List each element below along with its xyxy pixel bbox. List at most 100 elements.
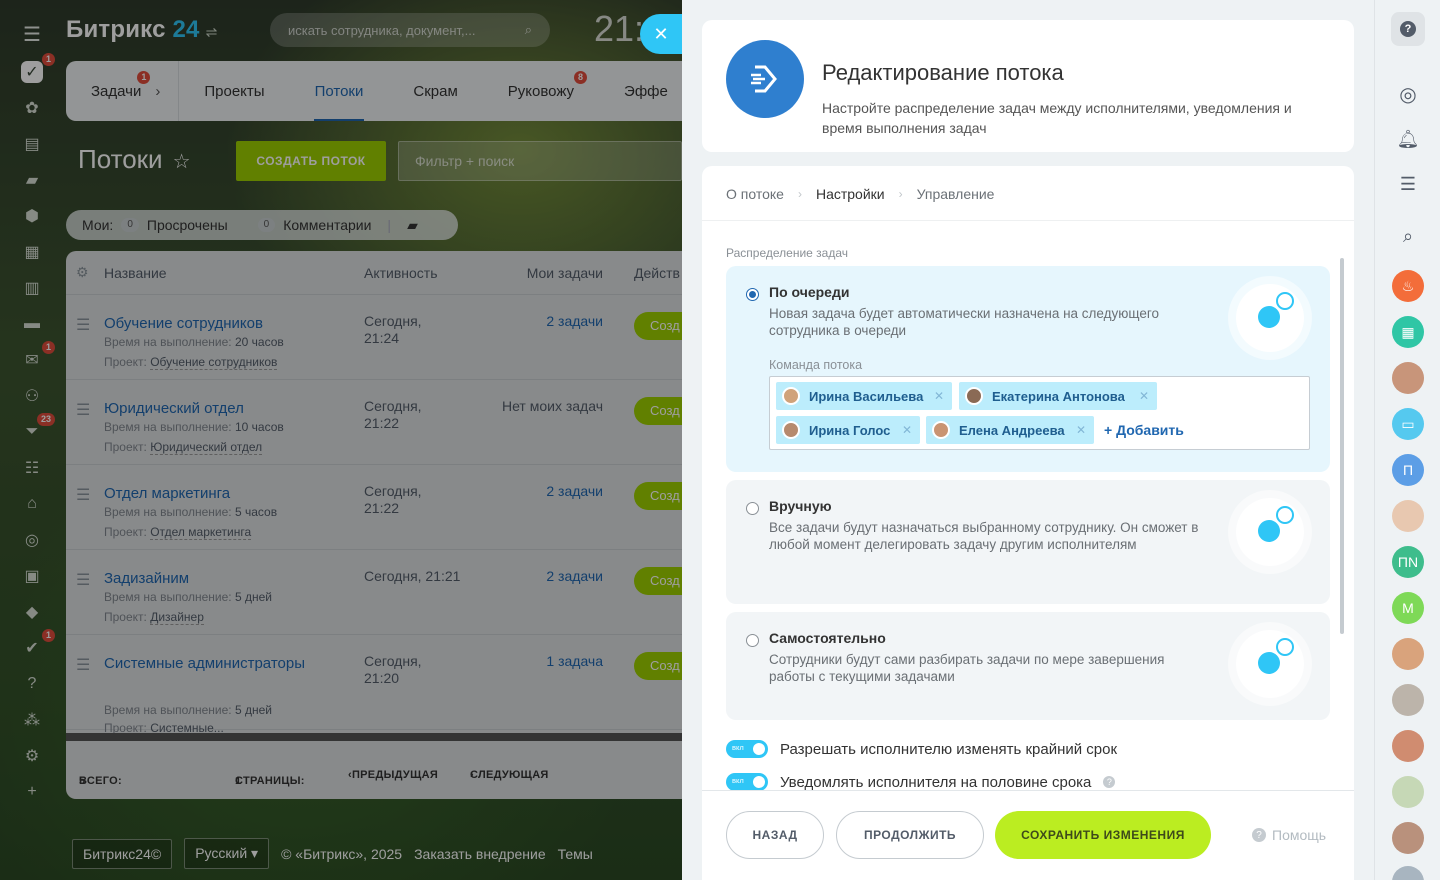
fire-icon[interactable]: ♨ xyxy=(1392,270,1424,302)
my-tasks-count[interactable]: 2 задачи xyxy=(473,313,603,329)
close-slider-icon[interactable]: ✕ xyxy=(640,14,682,54)
team-selector[interactable]: Ирина Васильева ✕ Екатерина Антонова ✕ Ири… xyxy=(769,376,1310,450)
team-member-chip[interactable]: Ирина Васильева ✕ xyxy=(776,382,952,410)
feed-icon[interactable]: ✿ xyxy=(21,97,43,119)
toggle-change-deadline[interactable]: Разрешать исполнителю изменять крайний с… xyxy=(726,740,1117,758)
toggle-switch[interactable] xyxy=(726,740,768,758)
order-link[interactable]: Заказать внедрение xyxy=(414,846,546,862)
comments-filter[interactable]: Комментарии xyxy=(283,217,371,233)
mail-icon[interactable]: ✉ 1 xyxy=(21,341,55,371)
avatar[interactable] xyxy=(1392,730,1424,762)
vertical-scrollbar[interactable] xyxy=(1340,258,1344,634)
table-row[interactable]: ☰ Задизайним Время на выполнение: 5 дней Пр… xyxy=(66,550,682,635)
plus-icon[interactable]: + xyxy=(21,781,43,803)
create-task-button[interactable]: Созд xyxy=(634,567,682,595)
settings-gear-icon[interactable]: ⚙ xyxy=(21,745,43,767)
checklist-icon[interactable]: ☷ xyxy=(21,457,43,479)
check-circle-icon[interactable]: ✔ 1 xyxy=(21,629,55,659)
footer-brand[interactable]: Битрикс24© xyxy=(72,838,173,869)
prev-page-link[interactable]: ‹ ПРЕДЫДУЩАЯ xyxy=(348,769,438,781)
grid-settings-gear-icon[interactable]: ⚙ xyxy=(76,264,89,281)
global-search[interactable]: искать сотрудника, документ,... ⌕ xyxy=(270,13,550,47)
funnel-icon[interactable]: ⏷ 23 xyxy=(21,413,55,443)
flow-name-link[interactable]: Системные администраторы xyxy=(104,651,324,676)
bank-icon[interactable]: ⌂ xyxy=(21,493,43,515)
remove-icon[interactable]: ✕ xyxy=(1076,423,1086,437)
themes-link[interactable]: Темы xyxy=(558,846,593,862)
create-task-button[interactable]: Созд xyxy=(634,312,682,340)
drive-icon[interactable]: ▬ xyxy=(21,313,43,335)
toggle-switch[interactable] xyxy=(726,773,768,791)
calendar-icon[interactable]: ▦ xyxy=(21,241,43,263)
radio-queue[interactable] xyxy=(746,288,759,301)
avatar[interactable] xyxy=(1392,684,1424,716)
logo-settings-icon[interactable]: ⇌ xyxy=(206,24,218,40)
row-menu-icon[interactable]: ☰ xyxy=(76,400,90,420)
my-tasks-count[interactable]: 2 задачи xyxy=(473,483,603,499)
avatar-letter[interactable]: М xyxy=(1392,592,1424,624)
bell-icon[interactable]: 🔔︎ xyxy=(1392,123,1424,155)
help-question-icon[interactable]: ? xyxy=(1103,776,1116,788)
table-row[interactable]: ☰ Системные администраторы Время на выполн… xyxy=(66,635,682,736)
row-menu-icon[interactable]: ☰ xyxy=(76,485,90,505)
next-page-link[interactable]: СЛЕДУЮЩАЯ › xyxy=(470,769,548,781)
avatar-letter[interactable]: П xyxy=(1392,454,1424,486)
menu-burger-icon[interactable]: ☰ xyxy=(23,22,41,47)
avatar[interactable] xyxy=(1392,822,1424,854)
tab-scrum[interactable]: Скрам xyxy=(388,61,482,121)
header-my-tasks[interactable]: Мои задачи xyxy=(523,265,603,281)
help-button[interactable]: ? xyxy=(1391,12,1425,46)
tab-supervising[interactable]: Руковожу 8 xyxy=(483,61,599,121)
chat-icon[interactable]: ▰ xyxy=(21,169,43,191)
my-tasks-count[interactable]: 2 задачи xyxy=(473,568,603,584)
row-menu-icon[interactable]: ☰ xyxy=(76,655,90,675)
team-member-chip[interactable]: Екатерина Антонова ✕ xyxy=(959,382,1157,410)
filter-search-input[interactable]: Фильтр + поиск xyxy=(398,141,682,181)
save-changes-button[interactable]: СОХРАНИТЬ ИЗМЕНЕНИЯ xyxy=(995,811,1211,859)
team-member-chip[interactable]: Елена Андреева ✕ xyxy=(926,416,1094,444)
horizontal-scrollbar[interactable] xyxy=(66,733,682,741)
option-queue[interactable]: По очереди Новая задача будет автоматиче… xyxy=(726,266,1330,472)
star-icon[interactable]: ☆ xyxy=(173,151,191,173)
project-link[interactable]: Отдел маркетинга xyxy=(150,525,252,540)
option-manual[interactable]: Вручную Все задачи будут назначаться выб… xyxy=(726,480,1330,604)
radio-manual[interactable] xyxy=(746,502,759,515)
box-icon[interactable]: ◆ xyxy=(21,601,43,623)
target-icon[interactable]: ◎ xyxy=(21,529,43,551)
contact-card-icon[interactable]: ▣ xyxy=(21,565,43,587)
hexagon-icon[interactable]: ⬢ xyxy=(21,205,43,227)
overdue-filter[interactable]: Просрочены xyxy=(147,217,228,233)
tab-tasks[interactable]: Задачи › 1 xyxy=(66,61,180,121)
chat-bubble-icon[interactable]: ▰ xyxy=(407,217,418,234)
help-icon[interactable]: ? xyxy=(21,673,43,695)
flow-name-link[interactable]: Отдел маркетинга xyxy=(104,481,324,506)
messages-icon[interactable]: ☰ xyxy=(1392,168,1424,200)
flow-name-link[interactable]: Обучение сотрудников xyxy=(104,311,324,336)
search-icon[interactable]: ⌕ xyxy=(1392,220,1424,252)
header-name[interactable]: Название xyxy=(104,265,167,281)
option-self[interactable]: Самостоятельно Сотрудники будут сами раз… xyxy=(726,612,1330,720)
flow-name-link[interactable]: Задизайним xyxy=(104,566,324,591)
remove-icon[interactable]: ✕ xyxy=(902,423,912,437)
avatar[interactable] xyxy=(1392,362,1424,394)
back-button[interactable]: НАЗАД xyxy=(726,811,824,859)
table-row[interactable]: ☰ Юридический отдел Время на выполнение: 1… xyxy=(66,380,682,465)
create-task-button[interactable]: Созд xyxy=(634,482,682,510)
bitrix-logo[interactable]: Битрикс 24 ⇌ xyxy=(66,16,218,44)
table-row[interactable]: ☰ Отдел маркетинга Время на выполнение: 5 … xyxy=(66,465,682,550)
avatar[interactable] xyxy=(1392,776,1424,808)
calendar-app-icon[interactable]: ▦ xyxy=(1392,316,1424,348)
add-member-link[interactable]: + Добавить xyxy=(1104,422,1184,438)
tasks-icon[interactable]: ✓ 1 xyxy=(21,53,55,83)
row-menu-icon[interactable]: ☰ xyxy=(76,570,90,590)
team-member-chip[interactable]: Ирина Голос ✕ xyxy=(776,416,920,444)
copilot-icon[interactable]: ◎ xyxy=(1392,78,1424,110)
avatar[interactable] xyxy=(1392,866,1424,880)
continue-button[interactable]: ПРОДОЛЖИТЬ xyxy=(836,811,984,859)
remove-icon[interactable]: ✕ xyxy=(1139,389,1149,403)
header-activity[interactable]: Активность xyxy=(364,265,438,281)
calendar-book-icon[interactable]: ▤ xyxy=(21,133,43,155)
table-row[interactable]: ☰ Обучение сотрудников Время на выполнение… xyxy=(66,295,682,380)
flow-name-link[interactable]: Юридический отдел xyxy=(104,396,324,421)
step-management[interactable]: Управление xyxy=(917,186,995,202)
